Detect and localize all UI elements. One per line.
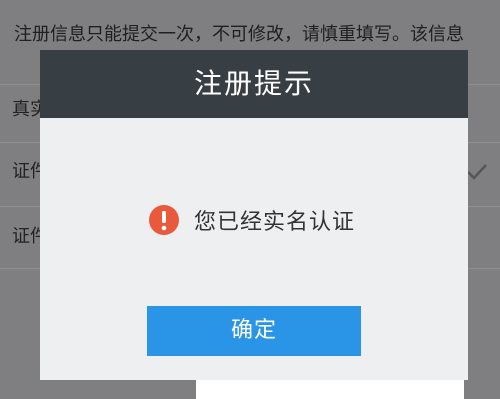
registration-dialog: 注册提示 您已经实名认证 确定 xyxy=(40,50,468,380)
alert-circle-icon xyxy=(149,205,179,235)
check-icon xyxy=(467,164,487,180)
confirm-button[interactable]: 确定 xyxy=(147,306,361,356)
dialog-message: 您已经实名认证 xyxy=(194,210,356,235)
registration-notice: 注册信息只能提交一次，不可修改，请慎重填写。该信息 xyxy=(14,24,464,45)
dialog-message-row: 您已经实名认证 xyxy=(148,200,355,240)
dialog-title: 注册提示 xyxy=(40,50,468,118)
